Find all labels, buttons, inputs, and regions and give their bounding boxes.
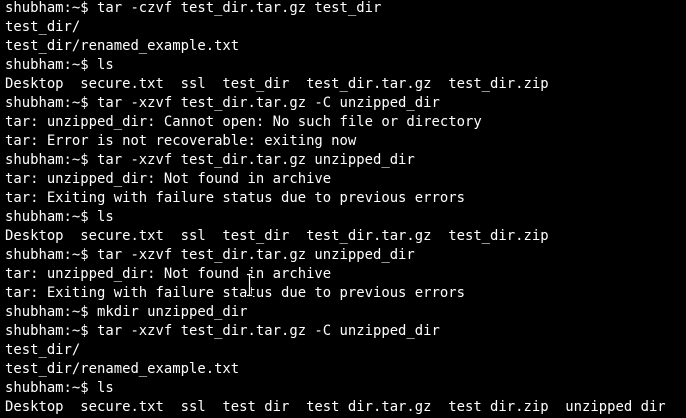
terminal-line-output: Desktop secure.txt ssl test_dir test_dir… [5, 228, 549, 244]
terminal-line-error: tar: unzipped_dir: Not found in archive [5, 171, 332, 187]
terminal-line-command: shubham:~$ ls [5, 380, 114, 396]
terminal-line-command: shubham:~$ ls [5, 209, 114, 225]
terminal-bottom-edge [0, 414, 686, 418]
terminal-line-error: tar: unzipped_dir: Not found in archive [5, 266, 332, 282]
terminal-line-command: shubham:~$ ls [5, 57, 114, 73]
terminal-output[interactable]: shubham:~$ tar -czvf test_dir.tar.gz tes… [5, 0, 666, 417]
terminal-line-error: tar: Exiting with failure status due to … [5, 190, 465, 206]
terminal-line-output: test_dir/ [5, 342, 81, 358]
terminal-line-error: tar: unzipped_dir: Cannot open: No such … [5, 114, 482, 130]
terminal-line-output: test_dir/renamed_example.txt [5, 361, 240, 377]
terminal-line-error: tar: Exiting with failure status due to … [5, 285, 465, 301]
terminal-line-command: shubham:~$ tar -xzvf test_dir.tar.gz unz… [5, 247, 415, 263]
terminal-line-command: shubham:~$ tar -czvf test_dir.tar.gz tes… [5, 0, 382, 16]
terminal-line-command: shubham:~$ tar -xzvf test_dir.tar.gz -C … [5, 323, 440, 339]
terminal-line-output: test_dir/renamed_example.txt [5, 38, 240, 54]
terminal-line-error: tar: Error is not recoverable: exiting n… [5, 133, 357, 149]
terminal-window[interactable]: shubham:~$ tar -czvf test_dir.tar.gz tes… [0, 0, 686, 418]
terminal-line-command: shubham:~$ tar -xzvf test_dir.tar.gz unz… [5, 152, 415, 168]
terminal-line-output: test_dir/ [5, 19, 81, 35]
terminal-line-command: shubham:~$ mkdir unzipped_dir [5, 304, 248, 320]
text-cursor-icon [246, 273, 253, 297]
terminal-line-output: Desktop secure.txt ssl test_dir test_dir… [5, 76, 549, 92]
terminal-line-command: shubham:~$ tar -xzvf test_dir.tar.gz -C … [5, 95, 440, 111]
